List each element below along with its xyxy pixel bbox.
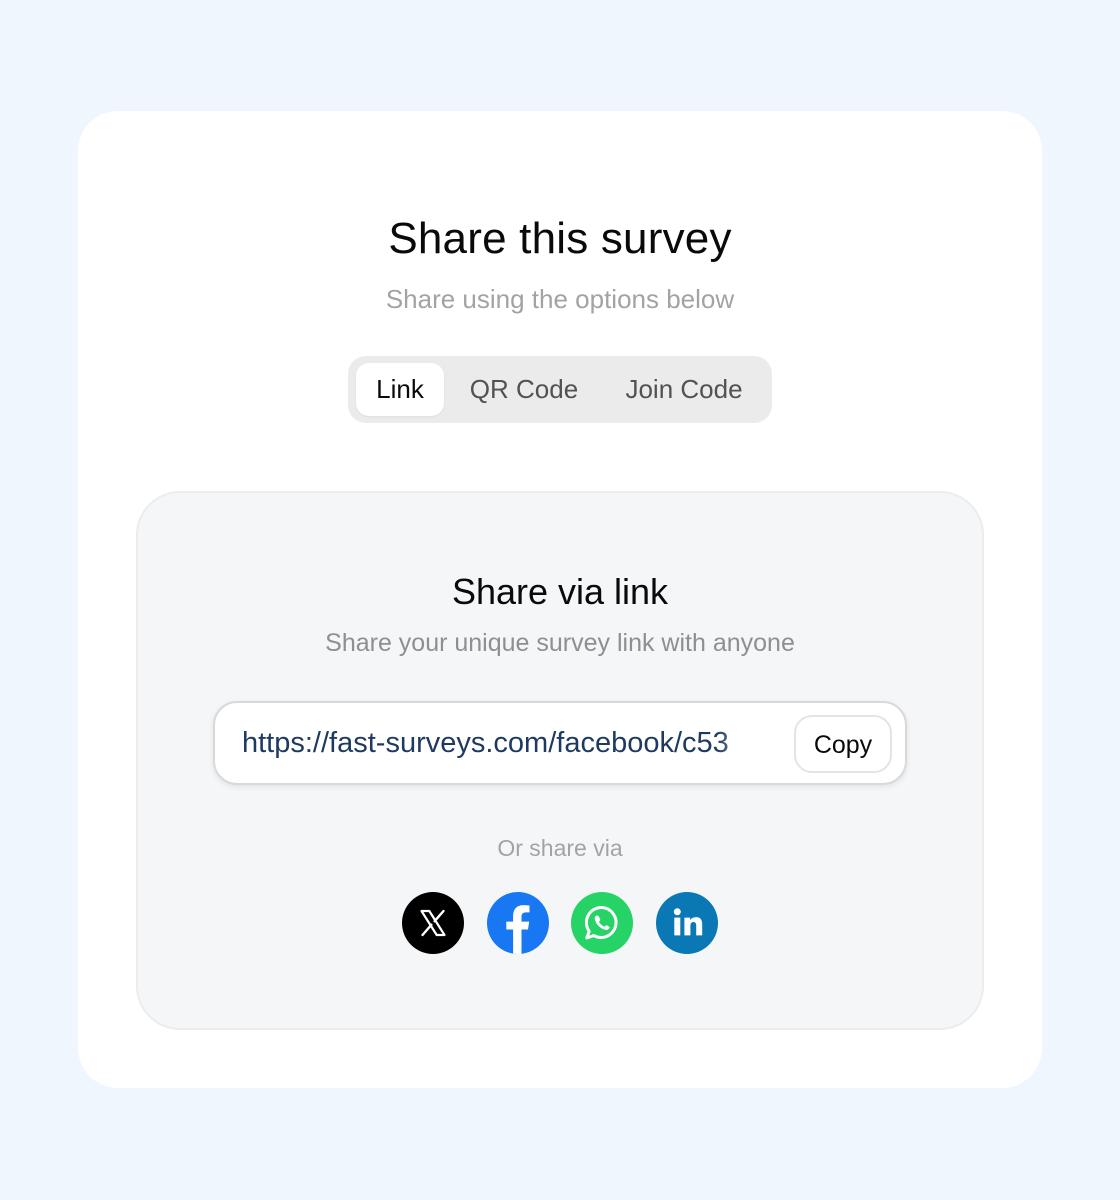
dialog-subtitle: Share using the options below (385, 284, 735, 314)
or-share-via-label: Or share via (497, 835, 623, 861)
tab-join-code[interactable]: Join Code (604, 363, 764, 416)
panel-subtitle: Share your unique survey link with anyon… (325, 629, 795, 657)
dialog-title: Share this survey (388, 214, 732, 263)
share-link-field: https://fast-surveys.com/facebook/c53 Co… (213, 701, 907, 785)
tab-qr-code[interactable]: QR Code (454, 363, 594, 416)
panel-title: Share via link (451, 571, 669, 612)
share-linkedin-button[interactable] (656, 892, 718, 954)
share-x-button[interactable] (402, 892, 464, 954)
facebook-icon (487, 892, 549, 954)
share-facebook-button[interactable] (487, 892, 549, 954)
x-icon (402, 892, 464, 954)
linkedin-icon (656, 892, 718, 954)
copy-button[interactable]: Copy (794, 715, 892, 773)
whatsapp-icon (571, 892, 633, 954)
share-whatsapp-button[interactable] (571, 892, 633, 954)
tab-link[interactable]: Link (356, 363, 444, 416)
share-tabs: Link QR Code Join Code (348, 356, 772, 423)
share-link-input[interactable]: https://fast-surveys.com/facebook/c53 (242, 703, 780, 783)
